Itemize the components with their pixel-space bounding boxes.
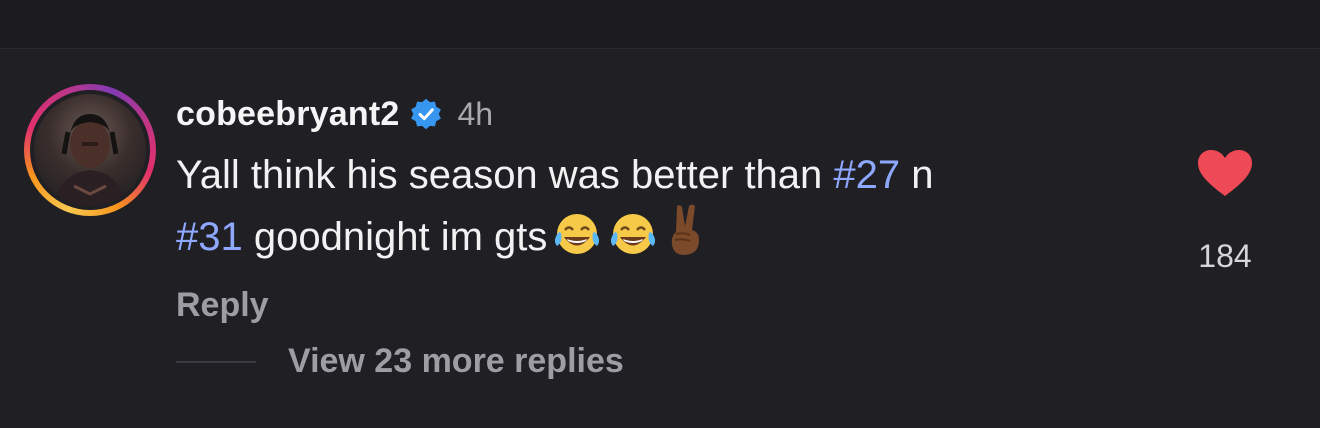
- comment-item: cobeebryant2 4h Yall think his season wa…: [0, 48, 1320, 428]
- top-divider: [0, 0, 1320, 49]
- replies-divider-line: [176, 361, 256, 363]
- hashtag-link[interactable]: #31: [176, 215, 243, 259]
- face-with-tears-of-joy-icon: [555, 214, 600, 254]
- comment-body: Yall think his season was better than #2…: [176, 148, 1136, 264]
- heart-icon[interactable]: [1196, 148, 1254, 198]
- comment-text-part: goodnight im gts: [242, 215, 548, 259]
- reply-button[interactable]: Reply: [176, 286, 269, 325]
- comment-timestamp: 4h: [457, 95, 494, 132]
- hashtag-link[interactable]: #27: [833, 153, 900, 197]
- face-with-tears-of-joy-icon: [611, 214, 656, 254]
- avatar[interactable]: [30, 90, 150, 210]
- comment-text-part: n: [900, 153, 934, 197]
- comment-header: cobeebryant2 4h: [176, 92, 493, 136]
- avatar-person-icon: [54, 114, 126, 206]
- view-more-replies-button[interactable]: View 23 more replies: [288, 342, 624, 381]
- comment-text-part: Yall think his season was better than: [176, 153, 834, 197]
- username-link[interactable]: cobeebryant2: [176, 95, 399, 134]
- avatar-photo: [34, 94, 146, 206]
- verified-badge-icon: [411, 98, 442, 130]
- victory-hand-icon: [672, 204, 700, 255]
- like-count: 184: [1198, 238, 1252, 274]
- avatar-story-ring[interactable]: [24, 84, 156, 216]
